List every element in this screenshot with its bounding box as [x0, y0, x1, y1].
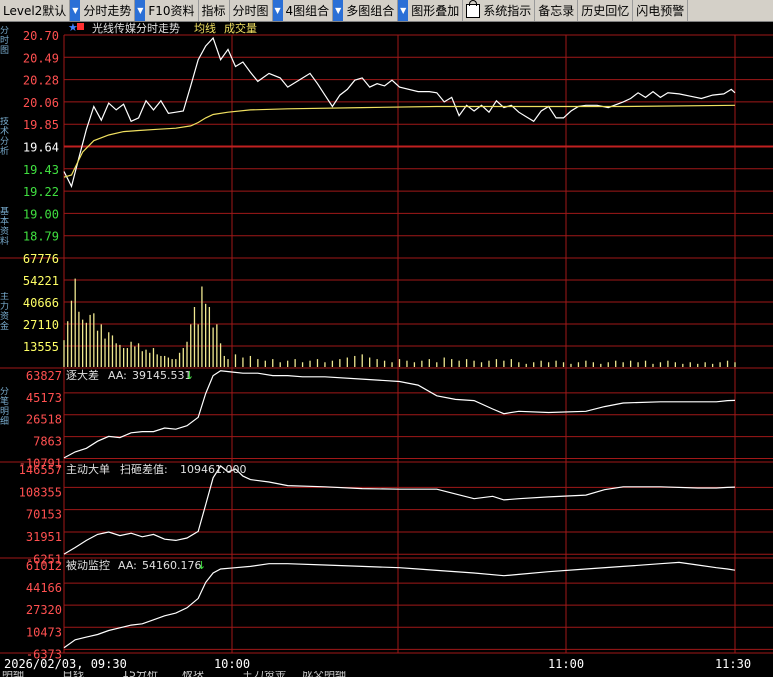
toolbar-button-7[interactable]: 图形叠加	[408, 0, 464, 21]
toolbar-label: 闪电预警	[636, 4, 685, 18]
volume-tick-label: 27110	[23, 318, 59, 332]
toolbar-button-6[interactable]: 多图组合	[343, 0, 399, 21]
toolbar-label: 4图组合	[285, 4, 330, 18]
bottom-tab-bar: 明细 日线 15分析 板块 主力资金 成交明细	[0, 671, 773, 677]
x-axis-tick-label: 11:00	[548, 657, 584, 671]
toolbar-label: Level2默认	[3, 4, 67, 18]
indicator1-tick-label: 63827	[26, 369, 62, 383]
bottom-tab-0[interactable]: 明细	[2, 671, 24, 677]
price-tick-label: 20.70	[23, 29, 59, 43]
indicator1-aa-label: AA:	[108, 369, 127, 382]
dropdown-arrow-icon[interactable]: ▼	[333, 0, 344, 21]
toolbar-label: 系统指示	[483, 4, 532, 18]
toolbar-label: 分时图	[232, 4, 269, 18]
toolbar-button-1[interactable]: 分时走势	[80, 0, 136, 21]
indicator3-tick-label: 44166	[26, 581, 62, 595]
indicator3-aa-value: 54160.176	[142, 559, 202, 572]
indicator2-tick-label: 108355	[19, 485, 62, 499]
toolbar-button-3[interactable]: 指标	[199, 0, 230, 21]
price-tick-label: 19.85	[23, 118, 59, 132]
bottom-tab-4[interactable]: 主力资金	[242, 671, 286, 677]
indicator3-tick-label: 10473	[26, 625, 62, 639]
volume-legend: 成交量	[224, 22, 257, 35]
indicator1-title: 逐大差	[66, 368, 99, 382]
price-series-line	[63, 36, 736, 189]
indicator2-tick-label: 70153	[26, 508, 62, 522]
price-tick-label: 19.00	[23, 207, 59, 221]
dropdown-arrow-icon[interactable]: ▼	[135, 0, 146, 21]
price-tick-label: 20.06	[23, 96, 59, 110]
indicator3-aa-label: AA:	[118, 559, 137, 572]
stock-title: 光线传媒分时走势	[92, 22, 180, 35]
dropdown-arrow-icon[interactable]: ▼	[70, 0, 81, 21]
indicator1-tick-label: 7863	[33, 435, 62, 449]
toolbar-button-8[interactable]: 系统指示	[463, 0, 536, 21]
toolbar-button-5[interactable]: 4图组合	[283, 0, 334, 21]
down-arrow-icon: ↓	[197, 559, 206, 572]
volume-tick-label: 67776	[23, 252, 59, 266]
indicator1-tick-label: 26518	[26, 413, 62, 427]
dropdown-arrow-icon[interactable]: ▼	[398, 0, 409, 21]
x-axis-tick-label: 11:30	[715, 657, 751, 671]
marker-square-icon	[77, 23, 84, 30]
volume-tick-label: 40666	[23, 296, 59, 310]
toolbar-label: 指标	[201, 4, 226, 18]
price-tick-label: 19.64	[23, 141, 59, 155]
price-tick-label: 19.43	[23, 163, 59, 177]
toolbar-button-9[interactable]: 备忘录	[535, 0, 579, 21]
intraday-chart: 20.70 20.49 20.28 20.06 19.85 19.64 19.43 19.22…	[0, 22, 773, 671]
dropdown-arrow-icon[interactable]: ▼	[272, 0, 283, 21]
indicator2-tick-label: 146557	[19, 463, 62, 477]
toolbar: Level2默认 ▼ 分时走势 ▼ F10资料 指标 分时图 ▼ 4图组合 ▼ 多图组合 ▼ 图形叠加系…	[0, 0, 773, 22]
indicator2-sub-label: 扫砸差值:	[120, 462, 168, 476]
toolbar-label: 多图组合	[346, 4, 395, 18]
toolbar-button-4[interactable]: 分时图	[230, 0, 273, 21]
volume-tick-label: 54221	[23, 274, 59, 288]
bottom-tab-5[interactable]: 成交明细	[302, 671, 346, 677]
price-tick-label: 19.22	[23, 185, 59, 199]
price-tick-label: 20.28	[23, 74, 59, 88]
toolbar-label: F10资料	[148, 4, 195, 18]
x-axis-tick-label: 10:00	[214, 657, 250, 671]
x-axis-start-label: 2026/02/03, 09:30	[4, 657, 127, 671]
indicator3-tick-label: 27320	[26, 603, 62, 617]
avg-legend: 均线	[194, 22, 216, 35]
toolbar-button-2[interactable]: F10资料	[145, 0, 199, 21]
average-series-line	[63, 104, 736, 178]
toolbar-button-0[interactable]: Level2默认	[0, 0, 71, 21]
indicator1-aa-value: 39145.531	[132, 369, 192, 382]
indicator2-tick-label: 31951	[26, 530, 62, 544]
indicator2-title: 主动大单	[66, 462, 110, 476]
bottom-tab-3[interactable]: 板块	[182, 671, 204, 677]
toolbar-label: 图形叠加	[411, 4, 460, 18]
price-tick-label: 20.49	[23, 51, 59, 65]
bottom-tab-2[interactable]: 15分析	[122, 671, 158, 677]
toolbar-button-11[interactable]: 闪电预警	[633, 0, 689, 21]
toolbar-label: 备忘录	[538, 4, 575, 18]
lock-icon	[466, 0, 481, 18]
bottom-tab-1[interactable]: 日线	[62, 671, 84, 677]
star-icon: ★	[68, 22, 78, 34]
down-arrow-icon: ↓	[185, 369, 194, 382]
indicator1-tick-label: 45173	[26, 391, 62, 405]
indicator3-tick-label: 61012	[26, 559, 62, 573]
volume-tick-label: 13555	[23, 340, 59, 354]
indicator3-title: 被动监控	[66, 558, 110, 572]
toolbar-button-10[interactable]: 历史回忆	[578, 0, 634, 21]
toolbar-label: 分时走势	[83, 4, 132, 18]
toolbar-label: 历史回忆	[581, 4, 630, 18]
price-tick-label: 18.79	[23, 230, 59, 244]
indicator2-sub-value: 109461.000	[180, 463, 246, 476]
